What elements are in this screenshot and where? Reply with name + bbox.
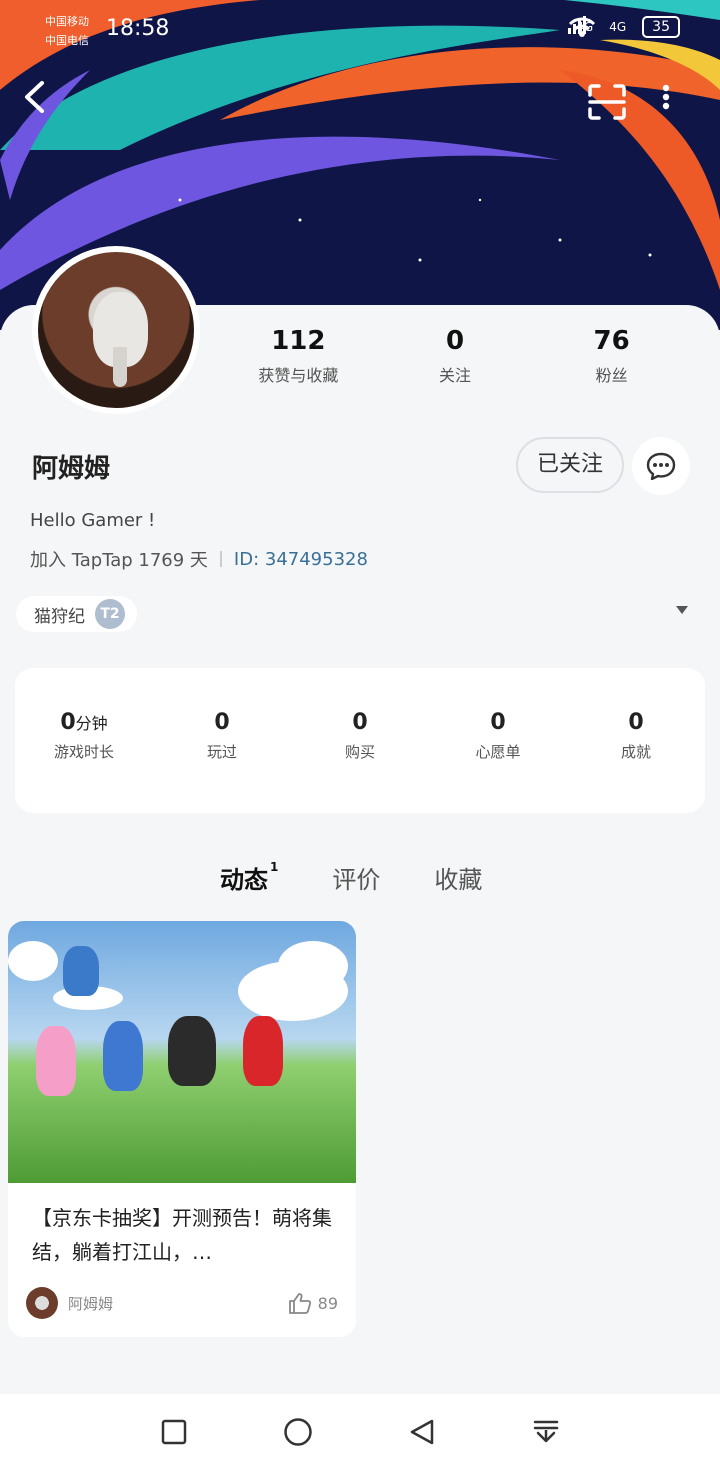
stat-following[interactable]: 0 关注 — [380, 326, 530, 386]
stat-followers[interactable]: 76 粉丝 — [537, 326, 687, 386]
post-footer: 阿姆姆 89 — [26, 1287, 338, 1319]
post-author[interactable]: 阿姆姆 — [68, 1293, 288, 1314]
stat-played[interactable]: 0 玩过 — [153, 668, 291, 813]
scan-button[interactable] — [588, 84, 632, 124]
chevron-left-icon — [25, 81, 44, 113]
recent-apps-button[interactable] — [151, 1409, 197, 1455]
chat-icon — [646, 452, 676, 480]
battery-indicator: 35 — [642, 16, 680, 38]
home-button[interactable] — [275, 1409, 321, 1455]
post-image — [8, 921, 356, 1183]
message-button[interactable] — [632, 437, 690, 495]
post-card[interactable]: 【京东卡抽奖】开测预告！萌将集结，躺着打江山，… 阿姆姆 89 — [8, 921, 356, 1337]
tab-reviews[interactable]: 评价 — [332, 860, 380, 895]
thumbs-up-icon — [288, 1293, 311, 1314]
more-vertical-icon — [662, 84, 670, 110]
badge-label: 猫狩纪 — [34, 606, 85, 627]
carrier-info: 中国移动 中国电信 — [45, 15, 89, 47]
status-icons: 4G 4G 35 — [568, 16, 680, 38]
profile-bio: Hello Gamer ! — [30, 510, 156, 531]
stat-likes[interactable]: 112 获赞与收藏 — [223, 326, 373, 386]
notification-pull-button[interactable] — [523, 1409, 569, 1455]
join-days: 加入 TapTap 1769 天 — [30, 550, 208, 571]
profile-stats: 112 获赞与收藏 0 关注 76 粉丝 — [220, 326, 690, 386]
pull-down-icon — [533, 1420, 559, 1442]
back-button[interactable] — [22, 80, 66, 130]
chevron-down-icon[interactable] — [676, 606, 688, 614]
game-stats-card: 0分钟 游戏时长 0 玩过 0 购买 0 心愿单 0 成就 — [15, 668, 705, 813]
profile-join-info: 加入 TapTap 1769 天 ID: 347495328 — [30, 546, 368, 572]
stat-playtime[interactable]: 0分钟 游戏时长 — [15, 668, 153, 813]
triangle-back-icon — [410, 1419, 434, 1444]
stat-wishlist[interactable]: 0 心愿单 — [429, 668, 567, 813]
avatar-mask-figure — [93, 292, 148, 387]
author-avatar[interactable] — [26, 1287, 58, 1319]
scan-icon — [588, 84, 626, 120]
system-nav-bar — [0, 1394, 720, 1469]
tab-moments[interactable]: 动态 1 — [220, 860, 279, 895]
square-icon — [161, 1419, 187, 1444]
profile-tabs: 动态 1 评价 收藏 — [220, 860, 482, 895]
user-id[interactable]: ID: 347495328 — [234, 549, 368, 570]
system-back-button[interactable] — [399, 1409, 445, 1455]
more-options-button[interactable] — [662, 84, 692, 124]
stat-purchased[interactable]: 0 购买 — [291, 668, 429, 813]
game-badge[interactable]: 猫狩纪 T2 — [16, 596, 137, 632]
status-time: 18:58 — [106, 16, 170, 41]
circle-icon — [284, 1417, 312, 1446]
network-4g-label-2: 4G — [609, 20, 627, 34]
username: 阿姆姆 — [32, 454, 111, 484]
tab-favorites[interactable]: 收藏 — [434, 860, 482, 895]
avatar[interactable] — [32, 246, 200, 414]
like-button[interactable]: 89 — [288, 1292, 338, 1314]
divider — [219, 551, 222, 567]
status-bar: 中国移动 中国电信 18:58 4G 4G 35 — [0, 0, 720, 60]
post-title: 【京东卡抽奖】开测预告！萌将集结，躺着打江山，… — [32, 1206, 332, 1264]
badge-level: T2 — [95, 599, 125, 629]
followed-button[interactable]: 已关注 — [516, 437, 624, 493]
like-count: 89 — [317, 1293, 338, 1313]
stat-achievements[interactable]: 0 成就 — [567, 668, 705, 813]
